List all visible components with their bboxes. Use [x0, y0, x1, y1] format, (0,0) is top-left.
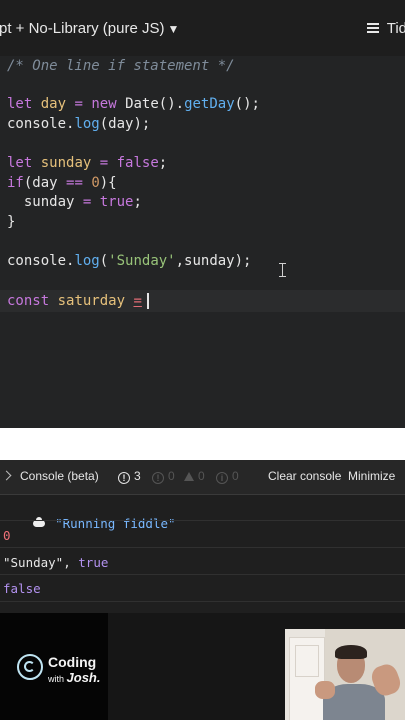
code-line-5: if(day == 0){: [7, 175, 117, 191]
tidy-button[interactable]: Tid: [366, 20, 405, 37]
warn-count[interactable]: ! 0: [152, 469, 175, 484]
console-line-running: "Running fiddle": [3, 501, 176, 546]
code-line-1: /* One line if statement */: [7, 56, 235, 76]
code-line-4: let sunday = false;: [7, 155, 168, 171]
ibeam-cursor-icon: [279, 263, 286, 277]
code-line-2: let day = new Date().getDay();: [7, 96, 260, 112]
console-divider: [0, 520, 405, 521]
caret-down-icon: ▼: [167, 22, 180, 36]
code-line-3: console.log(day);: [7, 116, 151, 132]
console-divider: [0, 601, 405, 602]
warn-circle-icon: !: [152, 472, 164, 484]
info-circle-icon: i: [216, 472, 228, 484]
console-title: Console (beta): [20, 469, 99, 483]
console-header: Console (beta) ! 3 ! 0 0 i0 Clear console …: [0, 460, 405, 495]
tidy-icon: [366, 23, 379, 34]
library-selector-label: pt + No-Library (pure JS): [0, 20, 165, 37]
comment-token: /* One line if statement */: [7, 58, 235, 74]
text-cursor: [146, 293, 149, 309]
cloud-icon: [33, 517, 46, 527]
info-count[interactable]: 0: [184, 469, 205, 483]
chevron-right-icon: [1, 470, 12, 481]
console-output: "Running fiddle" 0 "Sunday", true false: [0, 495, 405, 613]
panel-divider: [0, 428, 405, 460]
console-line-false: false: [3, 581, 41, 596]
error-icon: !: [118, 472, 130, 484]
editor-toolbar: pt + No-Library (pure JS) ▼ Tid: [0, 0, 405, 56]
code-line-6: sunday = true;: [7, 194, 142, 210]
logo-text-author: with Josh.: [48, 670, 101, 685]
console-divider: [0, 547, 405, 548]
warning-triangle-icon: [184, 472, 194, 481]
logo-text-coding: Coding: [48, 654, 97, 670]
console-line-day: 0: [3, 528, 11, 543]
code-editor[interactable]: /* One line if statement */ let day = ne…: [0, 56, 405, 428]
error-count[interactable]: ! 3: [118, 469, 141, 484]
webcam-overlay: [285, 629, 405, 720]
clear-console-button[interactable]: Clear console: [268, 469, 341, 483]
tidy-label: Tid: [386, 20, 405, 37]
code-line-8: console.log('Sunday',sunday);: [7, 253, 252, 269]
log-count[interactable]: i0: [216, 469, 239, 484]
console-line-sunday: "Sunday", true: [3, 555, 109, 570]
library-selector[interactable]: pt + No-Library (pure JS) ▼: [0, 20, 179, 37]
minimize-button[interactable]: Minimize: [348, 469, 395, 483]
console-toggle[interactable]: Console (beta): [1, 469, 99, 483]
code-line-9: const saturday =: [7, 291, 149, 311]
console-divider: [0, 574, 405, 575]
logo-icon: [17, 654, 43, 680]
code-line-7: }: [7, 214, 16, 230]
